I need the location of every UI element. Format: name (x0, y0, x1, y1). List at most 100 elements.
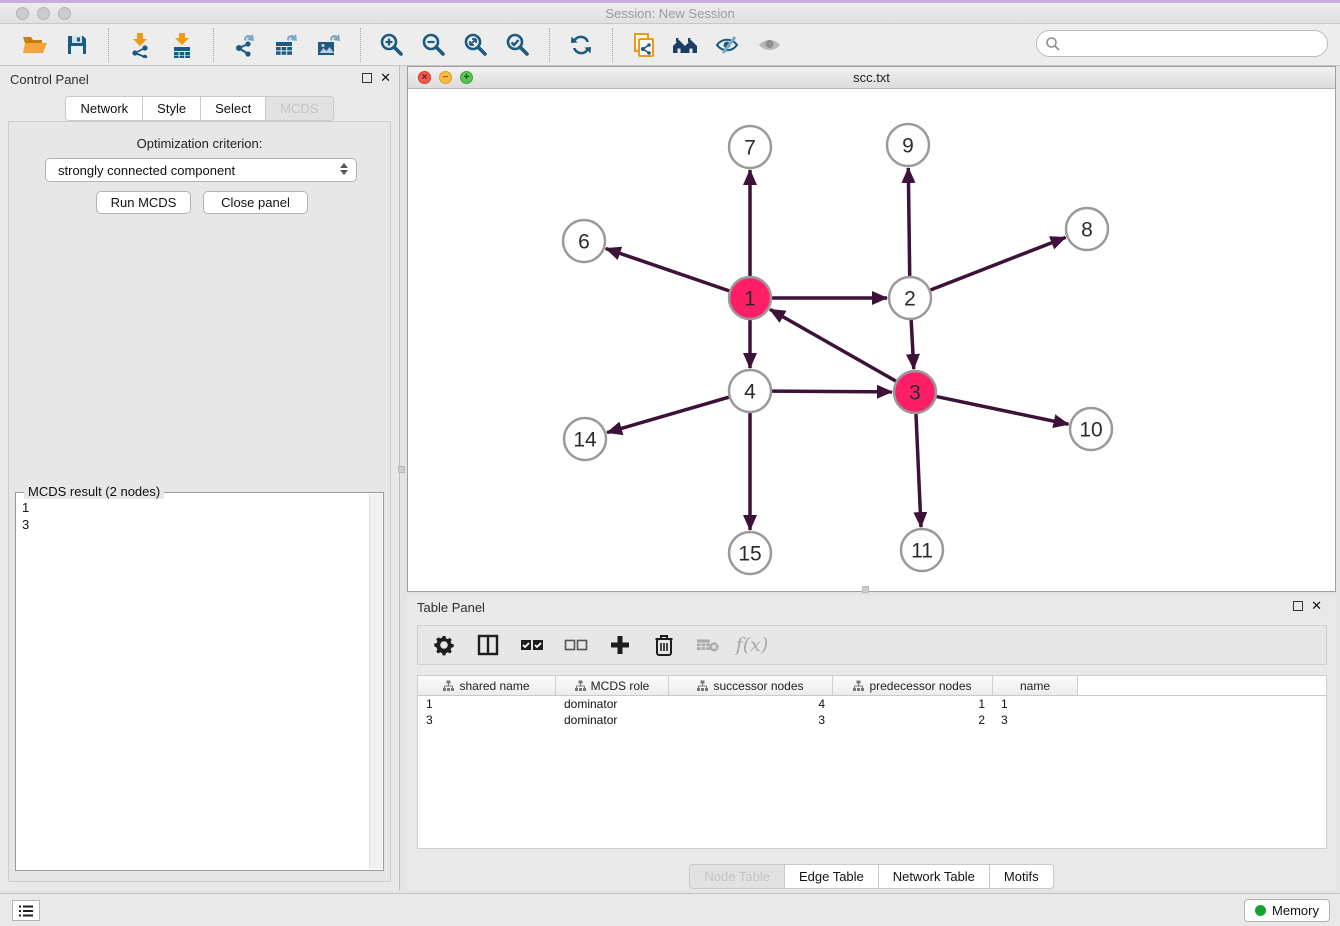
show-eye-icon[interactable] (755, 30, 785, 60)
search-input[interactable] (1036, 30, 1328, 57)
svg-text:6: 6 (578, 231, 590, 254)
save-session-icon[interactable] (62, 30, 92, 60)
table-cell[interactable]: 3 (669, 712, 833, 728)
tab-network-table[interactable]: Network Table (879, 864, 990, 889)
graph-edge-4-14[interactable] (607, 397, 729, 432)
tab-mcds[interactable]: MCDS (266, 96, 333, 121)
graph-edge-3-1[interactable] (770, 309, 896, 381)
column-header-successor-nodes[interactable]: successor nodes (669, 676, 833, 695)
duplicate-network-icon[interactable] (629, 30, 659, 60)
result-scrollbar[interactable] (369, 494, 382, 869)
zoom-out-icon[interactable] (419, 30, 449, 60)
table-cell[interactable]: 2 (833, 712, 993, 728)
graph-edge-3-10[interactable] (937, 397, 1069, 425)
graph-node-11[interactable]: 11 (901, 529, 943, 571)
graph-node-3[interactable]: 3 (894, 371, 936, 413)
column-header-name[interactable]: name (993, 676, 1078, 695)
table-cell[interactable]: 4 (669, 696, 833, 712)
table-row[interactable]: 1dominator411 (418, 696, 1326, 712)
network-canvas[interactable]: 7 9 6 8 1 2 4 3 14 10 15 11 (408, 89, 1335, 591)
svg-text:15: 15 (738, 543, 761, 566)
network-canvas-svg: 7 9 6 8 1 2 4 3 14 10 15 11 (408, 89, 1335, 591)
horizontal-split-handle[interactable] (862, 586, 869, 593)
zoom-in-icon[interactable] (377, 30, 407, 60)
zoom-fit-icon[interactable] (461, 30, 491, 60)
hide-selected-icon[interactable] (713, 30, 743, 60)
table-header-row: shared nameMCDS rolesuccessor nodesprede… (418, 676, 1326, 696)
show-columns-icon[interactable] (476, 633, 500, 657)
svg-text:7: 7 (744, 137, 756, 160)
close-table-panel-icon[interactable]: ✕ (1311, 601, 1322, 611)
graph-edge-3-11[interactable] (916, 414, 921, 527)
edge-layer (606, 168, 1069, 530)
graph-node-8[interactable]: 8 (1066, 208, 1108, 250)
import-network-icon[interactable] (125, 30, 155, 60)
task-list-button[interactable] (12, 900, 40, 921)
column-header-predecessor-nodes[interactable]: predecessor nodes (833, 676, 993, 695)
column-header-shared-name[interactable]: shared name (418, 676, 556, 695)
table-cell[interactable]: dominator (556, 696, 669, 712)
graph-node-15[interactable]: 15 (729, 532, 771, 574)
table-cell[interactable]: 1 (993, 696, 1078, 712)
graph-edge-1-6[interactable] (606, 248, 729, 290)
graph-edge-4-3[interactable] (772, 391, 892, 392)
graph-node-7[interactable]: 7 (729, 126, 771, 168)
export-image-icon[interactable] (314, 30, 344, 60)
show-all-networks-icon[interactable] (671, 30, 701, 60)
float-panel-icon[interactable] (362, 73, 372, 83)
svg-text:4: 4 (744, 381, 756, 404)
tab-network[interactable]: Network (65, 96, 143, 121)
graph-node-10[interactable]: 10 (1070, 408, 1112, 450)
function-builder-icon[interactable]: f(x) (740, 633, 764, 657)
memory-button[interactable]: Memory (1244, 899, 1330, 922)
tab-edge-table[interactable]: Edge Table (785, 864, 879, 889)
criterion-value: strongly connected component (58, 163, 235, 178)
export-table-icon[interactable] (272, 30, 302, 60)
table-cell[interactable]: 3 (993, 712, 1078, 728)
export-network-icon[interactable] (230, 30, 260, 60)
column-header-mcds-role[interactable]: MCDS role (556, 676, 669, 695)
table-cell[interactable]: 1 (833, 696, 993, 712)
table-cell[interactable]: dominator (556, 712, 669, 728)
tab-select[interactable]: Select (201, 96, 266, 121)
graph-edge-2-8[interactable] (930, 237, 1065, 290)
table-row[interactable]: 3dominator323 (418, 712, 1326, 728)
trash-icon[interactable] (652, 633, 676, 657)
add-column-icon[interactable] (608, 633, 632, 657)
graph-node-4[interactable]: 4 (729, 370, 771, 412)
titlebar: Session: New Session (0, 3, 1340, 24)
deselect-all-icon[interactable] (564, 633, 588, 657)
open-session-icon[interactable] (20, 30, 50, 60)
graph-edge-2-9[interactable] (908, 168, 909, 276)
main-toolbar (0, 24, 1340, 66)
import-table-icon[interactable] (167, 30, 197, 60)
tab-motifs[interactable]: Motifs (990, 864, 1054, 889)
graph-node-14[interactable]: 14 (564, 418, 606, 460)
graph-node-6[interactable]: 6 (563, 220, 605, 262)
mcds-result-list[interactable]: 13 (22, 499, 363, 533)
delete-table-icon[interactable] (696, 633, 720, 657)
tab-node-table[interactable]: Node Table (689, 864, 785, 889)
graph-edge-2-3[interactable] (911, 320, 914, 369)
table-cell[interactable]: 3 (418, 712, 556, 728)
criterion-dropdown[interactable]: strongly connected component (45, 158, 357, 182)
vertical-split-handle[interactable] (398, 466, 405, 473)
close-panel-icon[interactable]: ✕ (380, 73, 391, 83)
graph-node-9[interactable]: 9 (887, 124, 929, 166)
zoom-selected-icon[interactable] (503, 30, 533, 60)
window-title: Session: New Session (0, 6, 1340, 21)
network-window-titlebar[interactable]: × − + scc.txt (408, 67, 1335, 89)
run-mcds-button[interactable]: Run MCDS (96, 191, 191, 214)
toolbar-separator (360, 28, 361, 62)
search-icon (1045, 36, 1061, 52)
close-panel-button[interactable]: Close panel (203, 191, 308, 214)
select-all-icon[interactable] (520, 633, 544, 657)
tab-style[interactable]: Style (143, 96, 201, 121)
graph-node-1[interactable]: 1 (729, 277, 771, 319)
memory-label: Memory (1272, 903, 1319, 918)
table-cell[interactable]: 1 (418, 696, 556, 712)
graph-node-2[interactable]: 2 (889, 277, 931, 319)
gear-icon[interactable] (432, 633, 456, 657)
apply-layout-icon[interactable] (566, 30, 596, 60)
float-table-panel-icon[interactable] (1293, 601, 1303, 611)
